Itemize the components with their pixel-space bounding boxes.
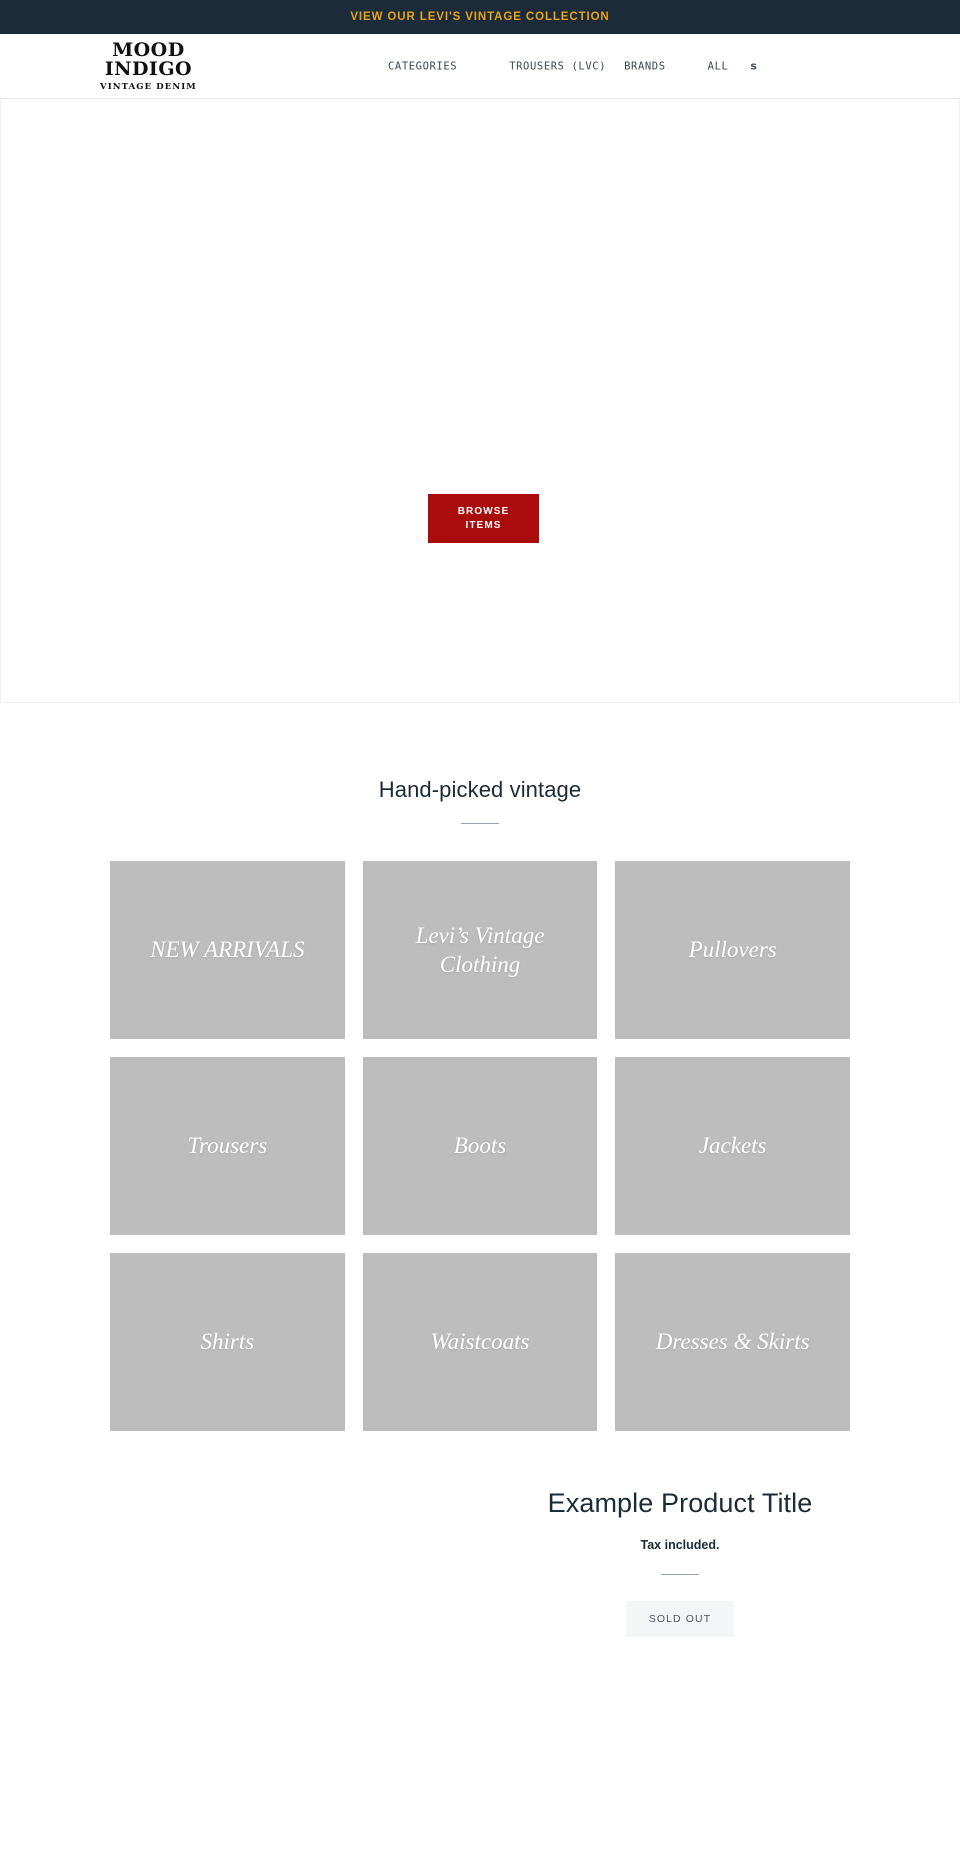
search-icon[interactable]: s bbox=[750, 60, 757, 73]
collection-tile-label: Waistcoats bbox=[430, 1329, 530, 1355]
nav-item-categories[interactable]: CATEGORIES bbox=[388, 60, 457, 72]
product-divider bbox=[661, 1574, 699, 1576]
section-divider bbox=[461, 823, 499, 824]
collection-tile[interactable]: Pullovers bbox=[615, 861, 850, 1039]
sold-out-button[interactable]: SOLD OUT bbox=[626, 1601, 734, 1638]
collection-tile[interactable]: Levi’s Vintage Clothing bbox=[362, 861, 598, 1039]
featured-product-section: Example Product Title Tax included. SOLD… bbox=[0, 1431, 960, 1677]
collection-tile-label: Pullovers bbox=[688, 937, 777, 963]
product-title: Example Product Title bbox=[547, 1488, 813, 1518]
site-logo[interactable]: MOOD INDIGO VINTAGE DENIM bbox=[100, 40, 197, 92]
collection-grid: NEW ARRIVALS Levi’s Vintage Clothing Pul… bbox=[110, 861, 850, 1431]
collection-tile-label: Trousers bbox=[187, 1133, 268, 1159]
collection-tile-label: NEW ARRIVALS bbox=[150, 937, 305, 963]
nav-item-trousers-lvc[interactable]: TROUSERS (LVC) bbox=[509, 60, 606, 72]
featured-product-details: Example Product Title Tax included. SOLD… bbox=[460, 1487, 900, 1638]
nav-item-all[interactable]: ALL bbox=[708, 60, 729, 72]
announcement-bar: VIEW OUR LEVI'S VINTAGE COLLECTION bbox=[0, 0, 960, 34]
main-navigation: CATEGORIES TROUSERS (LVC) BRANDS ALL s bbox=[388, 60, 757, 73]
collections-section: Hand-picked vintage NEW ARRIVALS Levi’s … bbox=[0, 703, 960, 1431]
announcement-link[interactable]: VIEW OUR LEVI'S VINTAGE COLLECTION bbox=[350, 11, 609, 23]
hero-slideshow: BROWSE ITEMS bbox=[0, 99, 960, 703]
hero-content: BROWSE ITEMS bbox=[428, 494, 539, 543]
browse-items-label-line-2: ITEMS bbox=[465, 519, 502, 531]
collection-tile[interactable]: Trousers bbox=[110, 1057, 345, 1235]
collection-tile-label: Jackets bbox=[698, 1133, 767, 1159]
collection-tile-label: Boots bbox=[453, 1133, 507, 1159]
logo-line-2: INDIGO bbox=[104, 58, 193, 81]
site-header: MOOD INDIGO VINTAGE DENIM CATEGORIES TRO… bbox=[0, 34, 960, 99]
browse-items-label-line-1: BROWSE bbox=[457, 506, 510, 517]
collection-tile[interactable]: Dresses & Skirts bbox=[615, 1253, 850, 1431]
logo-subtitle: VINTAGE DENIM bbox=[100, 81, 197, 92]
collection-tile-label: Levi’s Vintage Clothing bbox=[415, 922, 545, 977]
collection-tile[interactable]: Jackets bbox=[615, 1057, 850, 1235]
collection-tile[interactable]: Waistcoats bbox=[362, 1253, 598, 1431]
collection-tile[interactable]: NEW ARRIVALS bbox=[110, 861, 345, 1039]
browse-items-button[interactable]: BROWSE ITEMS bbox=[428, 494, 539, 543]
collection-tile[interactable]: Shirts bbox=[110, 1253, 345, 1431]
section-title: Hand-picked vintage bbox=[378, 777, 582, 802]
product-tax-note: Tax included. bbox=[640, 1538, 720, 1553]
nav-item-brands[interactable]: BRANDS bbox=[624, 60, 666, 72]
collection-tile[interactable]: Boots bbox=[362, 1057, 598, 1235]
collection-tile-label: Dresses & Skirts bbox=[655, 1329, 810, 1355]
collection-tile-label: Shirts bbox=[200, 1329, 255, 1355]
